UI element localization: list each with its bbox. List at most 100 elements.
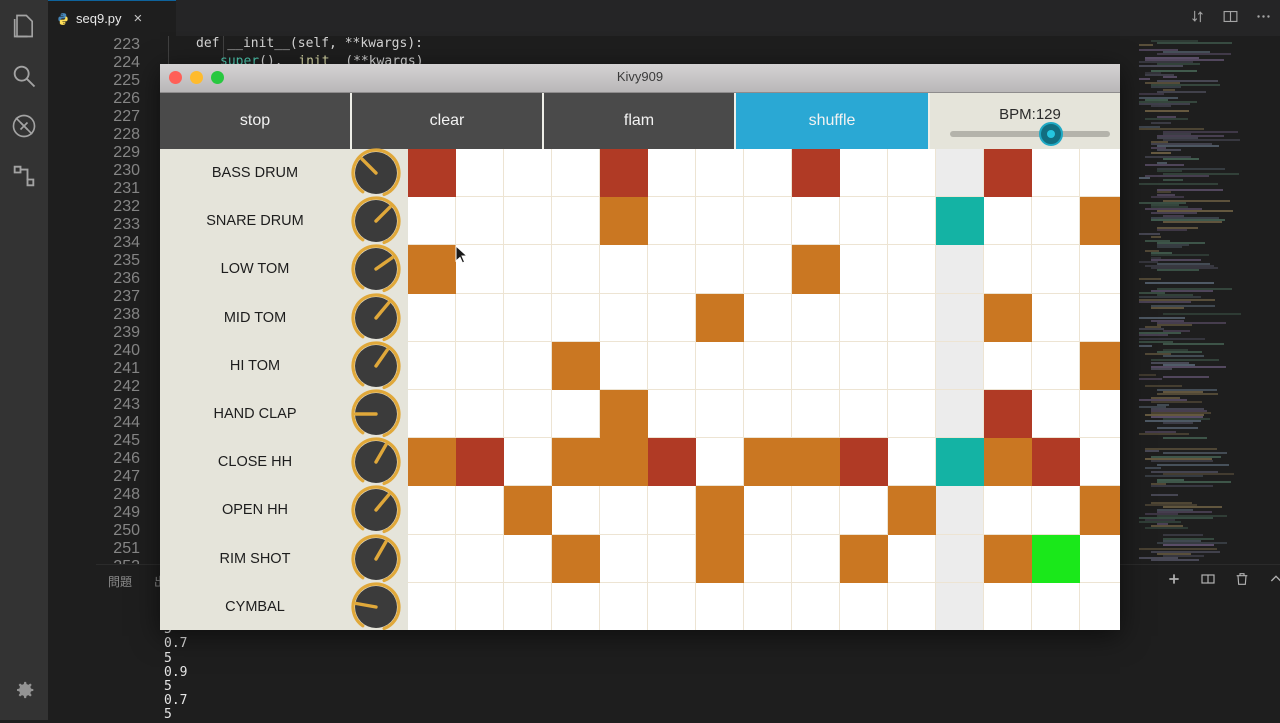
step-cell[interactable] — [744, 390, 792, 439]
step-cell[interactable] — [408, 582, 456, 630]
step-cell[interactable] — [1032, 197, 1080, 246]
step-cell[interactable] — [696, 534, 744, 583]
step-cell[interactable] — [984, 245, 1032, 294]
step-cell[interactable] — [504, 149, 552, 198]
step-grid[interactable] — [408, 149, 1120, 630]
collapse-icon[interactable] — [1268, 571, 1280, 587]
step-cell[interactable] — [504, 293, 552, 342]
toolbar-button-shuffle[interactable]: shuffle — [736, 93, 930, 149]
volume-knob[interactable] — [349, 291, 403, 345]
step-cell[interactable] — [1080, 341, 1120, 390]
step-cell[interactable] — [984, 149, 1032, 198]
step-cell[interactable] — [840, 438, 888, 487]
step-cell[interactable] — [792, 341, 840, 390]
step-cell[interactable] — [1080, 294, 1120, 342]
step-cell[interactable] — [696, 438, 744, 487]
split-editor-icon[interactable] — [1222, 8, 1239, 25]
step-cell[interactable] — [552, 197, 600, 246]
step-cell[interactable] — [648, 149, 696, 198]
step-cell[interactable] — [936, 197, 984, 246]
toolbar-button-flam[interactable]: flam — [544, 93, 736, 149]
volume-knob[interactable] — [349, 387, 403, 441]
step-cell[interactable] — [408, 149, 456, 198]
step-cell[interactable] — [408, 390, 456, 439]
extensions-icon[interactable] — [10, 162, 38, 190]
step-cell[interactable] — [456, 390, 504, 439]
step-cell[interactable] — [1080, 197, 1120, 246]
step-cell[interactable] — [744, 197, 792, 246]
step-cell[interactable] — [648, 534, 696, 583]
step-cell[interactable] — [504, 438, 552, 487]
step-cell[interactable] — [456, 293, 504, 342]
bpm-slider[interactable] — [950, 121, 1110, 146]
step-cell[interactable] — [600, 293, 648, 342]
clear-output-icon[interactable] — [1234, 571, 1250, 587]
step-cell[interactable] — [552, 245, 600, 294]
step-cell[interactable] — [744, 438, 792, 487]
step-cell[interactable] — [888, 582, 936, 630]
step-cell[interactable] — [648, 341, 696, 390]
step-cell[interactable] — [1032, 245, 1080, 294]
step-cell[interactable] — [888, 534, 936, 583]
step-cell[interactable] — [552, 341, 600, 390]
step-cell[interactable] — [600, 245, 648, 294]
step-cell[interactable] — [1080, 438, 1120, 487]
step-cell[interactable] — [744, 293, 792, 342]
step-cell[interactable] — [408, 438, 456, 487]
step-cell[interactable] — [456, 486, 504, 535]
toolbar-button-clear[interactable]: clear — [352, 93, 544, 149]
step-cell[interactable] — [408, 245, 456, 294]
step-cell[interactable] — [1032, 534, 1080, 583]
step-cell[interactable] — [504, 197, 552, 246]
step-cell[interactable] — [792, 197, 840, 246]
window-titlebar[interactable]: Kivy909 — [160, 64, 1120, 93]
step-cell[interactable] — [840, 534, 888, 583]
step-cell[interactable] — [888, 341, 936, 390]
step-cell[interactable] — [792, 293, 840, 342]
step-cell[interactable] — [840, 341, 888, 390]
step-cell[interactable] — [1080, 535, 1120, 583]
step-cell[interactable] — [504, 341, 552, 390]
step-cell[interactable] — [1032, 341, 1080, 390]
step-cell[interactable] — [936, 293, 984, 342]
step-cell[interactable] — [984, 341, 1032, 390]
step-cell[interactable] — [504, 486, 552, 535]
step-cell[interactable] — [696, 197, 744, 246]
step-cell[interactable] — [456, 534, 504, 583]
step-cell[interactable] — [840, 486, 888, 535]
step-cell[interactable] — [648, 245, 696, 294]
step-cell[interactable] — [552, 390, 600, 439]
split-panel-icon[interactable] — [1200, 571, 1216, 587]
files-icon[interactable] — [10, 12, 38, 40]
step-cell[interactable] — [984, 582, 1032, 630]
volume-knob[interactable] — [349, 194, 403, 248]
step-cell[interactable] — [744, 534, 792, 583]
step-cell[interactable] — [696, 341, 744, 390]
settings-gear-icon[interactable] — [10, 676, 38, 704]
step-cell[interactable] — [504, 582, 552, 630]
toolbar-button-stop[interactable]: stop — [160, 93, 352, 149]
step-cell[interactable] — [888, 149, 936, 198]
step-cell[interactable] — [888, 486, 936, 535]
step-cell[interactable] — [1032, 390, 1080, 439]
step-cell[interactable] — [408, 486, 456, 535]
step-cell[interactable] — [696, 293, 744, 342]
step-cell[interactable] — [792, 582, 840, 630]
step-cell[interactable] — [552, 582, 600, 630]
step-cell[interactable] — [936, 438, 984, 487]
step-cell[interactable] — [936, 534, 984, 583]
step-cell[interactable] — [648, 197, 696, 246]
volume-knob[interactable] — [349, 532, 403, 586]
step-cell[interactable] — [888, 438, 936, 487]
step-cell[interactable] — [792, 438, 840, 487]
step-cell[interactable] — [1032, 582, 1080, 630]
volume-knob[interactable] — [349, 435, 403, 489]
step-cell[interactable] — [408, 534, 456, 583]
step-cell[interactable] — [1032, 486, 1080, 535]
step-cell[interactable] — [792, 245, 840, 294]
step-cell[interactable] — [792, 534, 840, 583]
step-cell[interactable] — [504, 245, 552, 294]
step-cell[interactable] — [456, 341, 504, 390]
step-cell[interactable] — [936, 486, 984, 535]
step-cell[interactable] — [936, 341, 984, 390]
